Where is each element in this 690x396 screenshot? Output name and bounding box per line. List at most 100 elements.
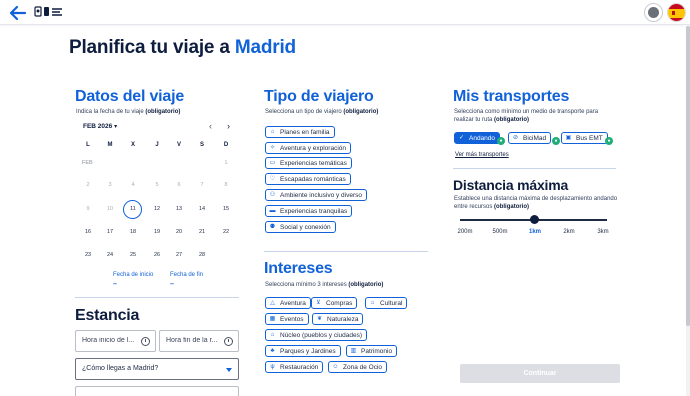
leaf-icon: ❦ xyxy=(316,315,323,322)
calendar-day[interactable]: 16 xyxy=(78,229,98,235)
start-time-field[interactable] xyxy=(75,330,156,352)
calendar-day[interactable]: 26 xyxy=(147,252,167,258)
end-date-value[interactable]: – xyxy=(170,281,174,288)
end-time-input[interactable] xyxy=(166,337,232,344)
calendar-day[interactable]: 8 xyxy=(216,182,236,188)
calendar-day[interactable]: 18 xyxy=(123,229,143,235)
calendar-day[interactable]: 17 xyxy=(100,229,120,235)
calendar-day[interactable]: 4 xyxy=(123,182,143,188)
chip-andando[interactable]: ✓ Andando xyxy=(454,132,501,144)
chip-label: Escapadas románticas xyxy=(280,175,346,183)
chevron-down-icon: ▾ xyxy=(114,124,118,130)
chip-patrimonio[interactable]: ▥ Patrimonio xyxy=(346,345,398,357)
chip-aventura-y-exploracio-n[interactable]: ✧ Aventura y exploración xyxy=(265,142,352,154)
more-transports-link[interactable]: Ver más transportes xyxy=(455,152,509,158)
calendar-day[interactable]: 5 xyxy=(147,182,167,188)
chip-bicimad[interactable]: ⊘ BiciMad xyxy=(508,132,552,144)
madrid-logo-icon[interactable] xyxy=(34,5,64,19)
calendar-weekday-label: D xyxy=(223,142,229,148)
distance-tick-label[interactable]: 200m xyxy=(450,229,480,235)
chip-label: BiciMad xyxy=(523,134,547,142)
distance-tick-label[interactable]: 1km xyxy=(520,229,550,235)
end-date-label: Fecha de fin xyxy=(170,272,204,278)
calendar-day[interactable]: 14 xyxy=(192,206,212,212)
traveler-section-title: Tipo de viajero xyxy=(264,88,374,105)
calendar-day[interactable]: 1 xyxy=(216,160,236,166)
calendar-day[interactable]: 24 xyxy=(100,252,120,258)
trip-section-subtitle: Indica la fecha de tu viaje (obligatorio… xyxy=(76,109,181,115)
calendar-day[interactable]: 23 xyxy=(78,252,98,258)
chip-social-y-conexio-n[interactable]: ⚉ Social y conexión xyxy=(265,221,336,233)
calendar-day[interactable]: 12 xyxy=(147,206,167,212)
chip-experiencias-tranquilas[interactable]: ▬ Experiencias tranquilas xyxy=(265,205,353,217)
calendar-day[interactable]: 3 xyxy=(100,182,120,188)
chip-nu-cleo-pueblos-y-ciudades[interactable]: ⌂ Núcleo (pueblos y ciudades) xyxy=(265,329,368,341)
top-bar xyxy=(0,0,690,25)
back-arrow-icon[interactable] xyxy=(8,4,28,22)
calendar-day[interactable]: 25 xyxy=(123,252,143,258)
continue-button[interactable]: Continuar xyxy=(460,364,620,383)
chip-parques-y-jardines[interactable]: ♣ Parques y Jardines xyxy=(265,345,341,357)
chip-label: Compras xyxy=(326,299,353,307)
calendar-month-selector[interactable]: FEB 2026 ▾ xyxy=(83,123,117,130)
chip-label: Andando xyxy=(469,134,496,142)
scrollbar-thumb[interactable] xyxy=(686,26,690,326)
calendar-day[interactable]: 6 xyxy=(169,182,189,188)
start-date-value[interactable]: – xyxy=(113,281,117,288)
chevron-right-icon[interactable]: › xyxy=(227,121,230,131)
chip-label: Experiencias tranquilas xyxy=(280,207,348,215)
calendar-day[interactable]: 20 xyxy=(169,229,189,235)
chip-aventura[interactable]: △ Aventura xyxy=(265,297,311,309)
page-title-prefix: Planifica tu viaje a xyxy=(69,37,230,58)
distance-slider-handle[interactable] xyxy=(530,215,539,224)
chip-experiencias-tema-ticas[interactable]: ▭ Experiencias temáticas xyxy=(265,157,352,169)
calendar-day[interactable]: 15 xyxy=(216,206,236,212)
chip-planes-en-familia[interactable]: ⌂ Planes en familia xyxy=(265,126,335,138)
chip-restauracio-n[interactable]: ψ Restauración xyxy=(265,361,324,373)
calendar-weekday-label: X xyxy=(130,142,135,148)
chip-bus-emt[interactable]: ▣ Bus EMT xyxy=(561,132,608,144)
calendar-selected-day-ring xyxy=(123,200,142,219)
stay-section-title: Estancia xyxy=(75,307,140,324)
chip-zona-de-ocio[interactable]: ☺ Zona de Ocio xyxy=(328,361,388,373)
user-avatar-icon[interactable] xyxy=(644,3,663,22)
arrival-select[interactable]: ¿Cómo llegas a Madrid? xyxy=(75,358,239,380)
calendar-day[interactable]: 28 xyxy=(192,252,212,258)
calendar-day[interactable]: 13 xyxy=(169,206,189,212)
calendar-day[interactable]: 19 xyxy=(147,229,167,235)
caret-down-icon xyxy=(226,368,232,372)
calendar-day[interactable]: 21 xyxy=(192,229,212,235)
chip-compras[interactable]: ⊻ Compras xyxy=(311,297,358,309)
extra-field[interactable] xyxy=(75,386,239,396)
calendar-month-label: FEB 2026 xyxy=(83,123,113,130)
chip-label: Cultural xyxy=(380,299,403,307)
chip-cultural[interactable]: ⌂ Cultural xyxy=(365,297,408,309)
chip-label: Social y conexión xyxy=(280,223,331,231)
chip-label: Parques y Jardines xyxy=(280,347,336,355)
chip-escapadas-roma-nticas[interactable]: ♡ Escapadas románticas xyxy=(265,173,351,185)
calendar-day[interactable]: 2 xyxy=(78,182,98,188)
calendar-day[interactable]: 27 xyxy=(169,252,189,258)
chip-eventos[interactable]: ▦ Eventos xyxy=(265,313,309,325)
chip-ambiente-inclusivo-y-diverso[interactable]: ⚇ Ambiente inclusivo y diverso xyxy=(265,189,368,201)
start-time-input[interactable] xyxy=(82,337,149,344)
bed-icon: ▬ xyxy=(269,207,276,214)
museum-icon: ⌂ xyxy=(370,299,375,306)
arrival-select-value: ¿Cómo llegas a Madrid? xyxy=(82,365,159,372)
distance-tick-label[interactable]: 2km xyxy=(554,229,584,235)
distance-tick-label[interactable]: 500m xyxy=(485,229,515,235)
interests-section-title: Intereses xyxy=(264,260,333,277)
spain-flag-icon[interactable] xyxy=(667,3,686,22)
end-time-field[interactable] xyxy=(159,330,239,352)
distance-tick-label[interactable]: 3km xyxy=(588,229,618,235)
calendar-icon: ▦ xyxy=(269,315,276,322)
bus-icon: ▣ xyxy=(565,134,572,141)
calendar-day[interactable]: 10 xyxy=(100,206,120,212)
calendar-day[interactable]: 7 xyxy=(192,182,212,188)
calendar-day[interactable]: 22 xyxy=(216,229,236,235)
transport-section-subtitle: Selecciona como mínimo un medio de trans… xyxy=(454,109,599,123)
chip-naturaleza[interactable]: ❦ Naturaleza xyxy=(312,313,364,325)
compass-icon: ✧ xyxy=(269,144,276,151)
calendar-day[interactable]: 9 xyxy=(78,206,98,212)
chevron-left-icon[interactable]: ‹ xyxy=(209,121,212,131)
